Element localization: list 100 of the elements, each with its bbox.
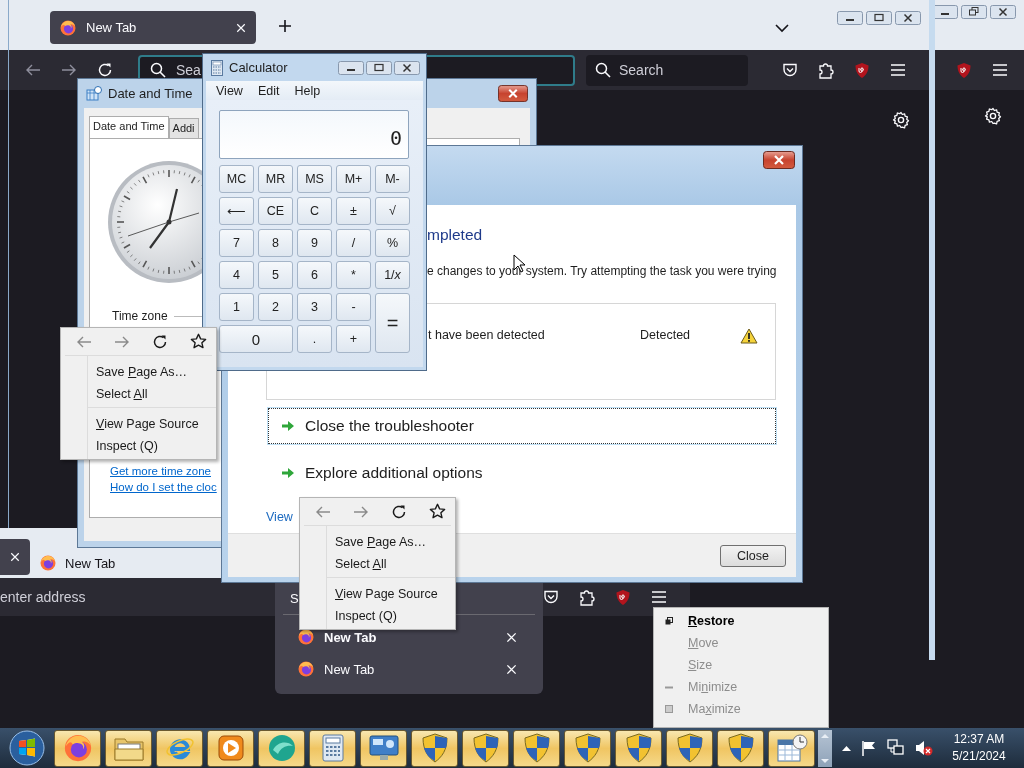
system-menu-item[interactable]: Restore xyxy=(684,614,735,628)
forward-arrow-icon[interactable] xyxy=(61,62,77,78)
shield-icon[interactable] xyxy=(956,61,972,79)
calculator-key[interactable]: 8 xyxy=(258,229,293,257)
star-icon[interactable] xyxy=(189,333,207,350)
muted-speaker-icon[interactable] xyxy=(915,739,933,757)
context-menu-item[interactable]: Save Page As… xyxy=(335,531,455,553)
calculator-key[interactable]: M+ xyxy=(336,165,371,193)
tab-list-item[interactable]: New Tab xyxy=(283,653,535,685)
shield-icon[interactable] xyxy=(854,61,870,79)
calculator-key[interactable]: 5 xyxy=(258,261,293,289)
close-tab-icon[interactable] xyxy=(10,552,20,562)
minimize-button[interactable] xyxy=(338,60,364,75)
show-hidden-icons-icon[interactable] xyxy=(842,745,851,751)
reload-icon[interactable] xyxy=(152,333,168,350)
taskbar-button[interactable] xyxy=(411,729,458,767)
close-button[interactable] xyxy=(763,151,795,169)
dialog-tab[interactable]: Date and Time xyxy=(89,116,169,138)
address-field[interactable]: enter address xyxy=(0,589,86,605)
chevron-down-icon[interactable] xyxy=(775,23,789,33)
back-arrow-icon[interactable] xyxy=(25,62,41,78)
close-button[interactable] xyxy=(498,85,528,102)
context-menu-item[interactable]: Inspect (Q) xyxy=(96,435,216,457)
new-tab-icon[interactable] xyxy=(278,19,292,33)
restore-button[interactable] xyxy=(961,5,987,19)
taskbar-button[interactable] xyxy=(360,729,407,767)
calculator-key[interactable]: 1/x xyxy=(375,261,410,289)
calculator-key[interactable]: MC xyxy=(219,165,254,193)
calculator-key[interactable]: ⟵ xyxy=(219,197,254,225)
calculator-key[interactable]: - xyxy=(336,293,371,321)
taskbar-button[interactable] xyxy=(54,729,101,767)
menu-icon[interactable] xyxy=(890,63,906,77)
close-button[interactable] xyxy=(895,11,921,25)
taskbar-button[interactable] xyxy=(768,729,815,767)
calculator-key[interactable]: / xyxy=(336,229,371,257)
browser-tab[interactable] xyxy=(0,539,30,575)
pocket-icon[interactable] xyxy=(782,62,798,78)
close-button[interactable] xyxy=(990,5,1016,19)
calculator-key[interactable]: . xyxy=(297,325,332,353)
taskbar-button[interactable] xyxy=(309,729,356,767)
context-menu-item[interactable]: Save Page As… xyxy=(96,361,216,383)
details-link[interactable]: View xyxy=(266,510,293,524)
context-menu-item[interactable]: Inspect (Q) xyxy=(335,605,455,627)
calculator-key[interactable]: + xyxy=(336,325,371,353)
taskbar-button[interactable] xyxy=(207,729,254,767)
menu-icon[interactable] xyxy=(650,590,667,604)
puzzle-piece-icon[interactable] xyxy=(818,61,834,79)
shield-icon[interactable] xyxy=(614,588,631,606)
calculator-key[interactable]: MR xyxy=(258,165,293,193)
calculator-key[interactable]: 0 xyxy=(219,325,293,353)
context-menu-item[interactable]: View Page Source xyxy=(96,413,216,435)
menu-item[interactable]: Help xyxy=(294,83,321,98)
settings-icon[interactable] xyxy=(984,107,1002,125)
context-menu-item[interactable]: Select All xyxy=(335,553,455,575)
calculator-key[interactable]: CE xyxy=(258,197,293,225)
calculator-key[interactable]: 4 xyxy=(219,261,254,289)
menu-item[interactable]: View xyxy=(216,83,243,98)
command-link[interactable]: Close the troubleshooter xyxy=(268,408,776,444)
taskbar-button[interactable] xyxy=(615,729,662,767)
taskbar-button[interactable] xyxy=(666,729,713,767)
restore-button[interactable] xyxy=(866,11,892,25)
taskbar-button[interactable] xyxy=(258,729,305,767)
close-tab-icon[interactable] xyxy=(236,22,246,33)
menu-item[interactable]: Edit xyxy=(257,83,280,98)
taskbar-button[interactable] xyxy=(513,729,560,767)
calculator-key[interactable]: 7 xyxy=(219,229,254,257)
taskbar-button[interactable] xyxy=(105,729,152,767)
restore-button[interactable] xyxy=(366,60,392,75)
taskbar-button[interactable] xyxy=(462,729,509,767)
puzzle-piece-icon[interactable] xyxy=(578,588,595,606)
taskbar-button[interactable] xyxy=(717,729,764,767)
calculator-key[interactable]: % xyxy=(375,229,410,257)
context-menu-item[interactable]: Select All xyxy=(96,383,216,405)
menu-icon[interactable] xyxy=(992,63,1008,77)
minimize-button[interactable] xyxy=(837,11,863,25)
clock[interactable]: 12:37 AM 5/21/2024 xyxy=(934,731,1024,765)
dialog-tab[interactable]: Addi xyxy=(168,118,199,138)
command-link[interactable]: Explore additional options xyxy=(268,455,776,491)
search-field[interactable]: Search xyxy=(586,54,748,86)
reload-icon[interactable] xyxy=(97,62,113,78)
close-button[interactable]: Close xyxy=(720,544,786,567)
calculator-key[interactable]: 3 xyxy=(297,293,332,321)
close-tab-icon[interactable] xyxy=(506,631,517,643)
taskbar-button[interactable] xyxy=(156,729,203,767)
calculator-key[interactable]: = xyxy=(375,293,410,353)
close-tab-icon[interactable] xyxy=(506,663,517,675)
network-icon[interactable] xyxy=(887,739,905,757)
browser-tab[interactable]: New Tab xyxy=(30,545,126,581)
reload-icon[interactable] xyxy=(391,503,407,520)
calculator-key[interactable]: * xyxy=(336,261,371,289)
calculator-key[interactable]: 9 xyxy=(297,229,332,257)
calculator-key[interactable]: 6 xyxy=(297,261,332,289)
star-icon[interactable] xyxy=(428,503,446,520)
calculator-key[interactable]: M- xyxy=(375,165,410,193)
pocket-icon[interactable] xyxy=(542,589,559,605)
taskbar-button[interactable] xyxy=(564,729,611,767)
help-link[interactable]: Get more time zone xyxy=(110,465,211,477)
context-menu-item[interactable]: View Page Source xyxy=(335,583,455,605)
calculator-key[interactable]: C xyxy=(297,197,332,225)
calculator-key[interactable]: 2 xyxy=(258,293,293,321)
